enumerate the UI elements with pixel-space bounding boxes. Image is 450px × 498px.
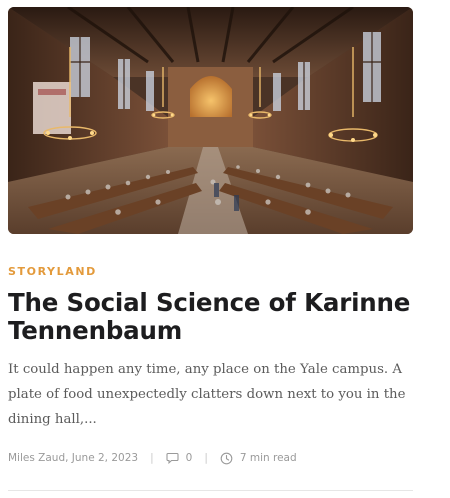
meta-separator: | bbox=[150, 452, 154, 464]
post-read-time: 7 min read bbox=[239, 452, 297, 464]
post-title[interactable]: The Social Science of Karinne Tennenbaum bbox=[8, 289, 413, 345]
comment-bubble-icon[interactable] bbox=[166, 452, 179, 464]
post-date: June 2, 2023 bbox=[71, 452, 139, 464]
post-meta: Miles Zaud, June 2, 2023 | 0 | 7 min rea… bbox=[8, 451, 413, 465]
post-featured-image[interactable] bbox=[8, 7, 413, 234]
clock-icon bbox=[220, 452, 233, 465]
post-category-link[interactable]: STORYLAND bbox=[8, 265, 97, 279]
dining-hall-photo bbox=[8, 7, 413, 234]
post-comment-count[interactable]: 0 bbox=[186, 451, 193, 465]
post-author[interactable]: Miles Zaud bbox=[8, 451, 65, 465]
post-excerpt: It could happen any time, any place on t… bbox=[8, 362, 406, 427]
meta-separator: | bbox=[204, 452, 208, 464]
post-card: STORYLAND The Social Science of Karinne … bbox=[8, 7, 413, 465]
post-divider bbox=[8, 490, 413, 491]
meta-comma: , bbox=[65, 452, 72, 464]
